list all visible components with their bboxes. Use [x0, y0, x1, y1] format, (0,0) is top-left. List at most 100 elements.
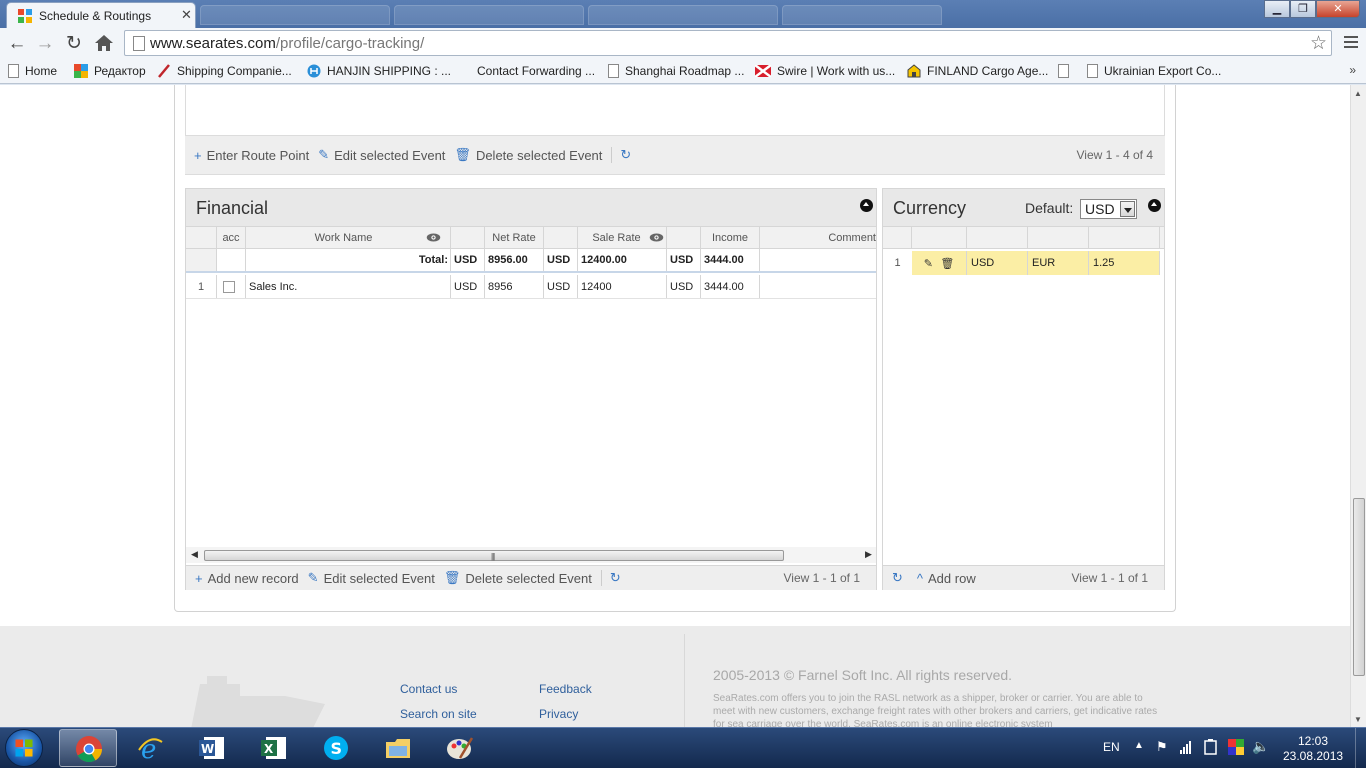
taskbar-explorer[interactable]: [369, 729, 427, 767]
chevron-down-icon[interactable]: [1120, 201, 1135, 217]
taskbar-chrome[interactable]: [59, 729, 117, 767]
show-desktop-button[interactable]: [1355, 728, 1366, 768]
total-label: Total:: [246, 249, 451, 271]
background-tab[interactable]: [782, 5, 942, 25]
bookmark-home[interactable]: Home: [8, 62, 57, 80]
back-arrow-icon[interactable]: ←: [5, 32, 29, 56]
enter-route-point-button[interactable]: + Enter Route Point: [194, 148, 309, 163]
scrollbar-thumb[interactable]: [1353, 498, 1365, 676]
col-acc[interactable]: acc: [217, 227, 246, 248]
browser-menu-icon[interactable]: [1344, 36, 1358, 51]
volume-icon[interactable]: 🔈: [1252, 738, 1269, 755]
folder-icon: [386, 739, 410, 758]
delete-event-button[interactable]: 🗑 Delete selected Event: [454, 147, 602, 163]
refresh-icon[interactable]: ↻: [620, 147, 631, 163]
income-cell[interactable]: 3444.00: [701, 275, 760, 298]
refresh-icon[interactable]: ↻: [892, 570, 903, 586]
show-hidden-icons-icon[interactable]: ▲: [1134, 740, 1144, 751]
pencil-icon[interactable]: ✎: [924, 257, 933, 270]
col-work-name[interactable]: Work Name: [246, 227, 451, 248]
bookmark-shanghai-roadmap[interactable]: Shanghai Roadmap ...: [608, 62, 744, 80]
privacy-link[interactable]: Privacy: [539, 707, 578, 721]
maximize-button[interactable]: ❐: [1290, 0, 1316, 18]
collapse-icon[interactable]: [1148, 199, 1161, 212]
battery-icon[interactable]: [1204, 739, 1217, 755]
col-income-currency: [667, 227, 701, 248]
window-close-button[interactable]: ✕: [1316, 0, 1360, 18]
bookmark-ukrainian-export[interactable]: Ukrainian Export Co...: [1087, 62, 1221, 80]
minimize-button[interactable]: ▁: [1264, 0, 1290, 18]
rate-cell[interactable]: 1.25: [1089, 251, 1160, 275]
clock-time: 12:03: [1297, 734, 1329, 748]
taskbar-paint[interactable]: [431, 729, 489, 767]
col-comment[interactable]: Comment: [760, 227, 876, 248]
currency-row[interactable]: 1 ✎ 🗑 USD EUR 1.25: [883, 251, 1164, 275]
acc-checkbox[interactable]: [223, 280, 235, 293]
col-income[interactable]: Income: [701, 227, 760, 248]
language-indicator[interactable]: EN: [1103, 740, 1120, 754]
background-tab[interactable]: [200, 5, 390, 25]
sale-currency-cell[interactable]: USD: [544, 275, 578, 298]
col-sale-rate[interactable]: Sale Rate: [578, 227, 667, 248]
reload-icon[interactable]: ↻: [62, 32, 86, 56]
eye-icon[interactable]: [649, 233, 664, 242]
net-currency-cell[interactable]: USD: [451, 275, 485, 298]
edit-event-button[interactable]: ✎ Edit selected Event: [308, 570, 435, 586]
sale-rate-cell[interactable]: 12400: [578, 275, 667, 298]
work-name-cell[interactable]: Sales Inc.: [246, 275, 451, 298]
taskbar-internet-explorer[interactable]: e: [121, 729, 179, 767]
comment-cell[interactable]: [760, 275, 876, 298]
table-row[interactable]: 1 Sales Inc. USD 8956 USD 12400 USD 3444…: [186, 275, 876, 299]
bookmark-swire[interactable]: Swire | Work with us...: [755, 62, 895, 80]
bookmark-editor[interactable]: Редактор: [74, 62, 146, 80]
col-net-rate[interactable]: Net Rate: [485, 227, 544, 248]
to-currency-cell[interactable]: EUR: [1028, 251, 1089, 275]
tab-schedule-routings[interactable]: Schedule & Routings ✕: [6, 2, 196, 28]
income-currency-cell[interactable]: USD: [667, 275, 701, 298]
network-signal-icon[interactable]: [1180, 740, 1194, 754]
tab-close-icon[interactable]: ✕: [181, 7, 192, 23]
scroll-left-icon[interactable]: ◀: [191, 549, 198, 560]
taskbar-excel[interactable]: X: [245, 729, 303, 767]
home-icon[interactable]: [94, 34, 114, 52]
background-tab[interactable]: [588, 5, 778, 25]
system-clock[interactable]: 12:03 23.08.2013: [1283, 734, 1343, 764]
page-vertical-scrollbar[interactable]: ▲ ▼: [1350, 85, 1366, 727]
bookmark-finland-cargo[interactable]: FINLAND Cargo Age...: [907, 62, 1048, 80]
eye-icon[interactable]: [426, 233, 441, 242]
background-tab[interactable]: [394, 5, 584, 25]
bookmarks-overflow-icon[interactable]: »: [1349, 63, 1356, 77]
tray-app-icon[interactable]: [1228, 739, 1244, 755]
bookmark-star-icon[interactable]: ☆: [1310, 32, 1327, 55]
delete-event-button[interactable]: 🗑 Delete selected Event: [444, 570, 592, 586]
contact-us-link[interactable]: Contact us: [400, 682, 457, 696]
refresh-icon[interactable]: ↻: [610, 570, 621, 586]
default-currency-select[interactable]: USD: [1080, 199, 1137, 219]
bookmark-blank-page[interactable]: [1058, 62, 1075, 80]
collapse-icon[interactable]: [860, 199, 873, 212]
horizontal-scrollbar[interactable]: ◀ ||| ▶: [186, 547, 876, 563]
forward-arrow-icon[interactable]: →: [33, 32, 57, 56]
bookmark-contact-forwarding[interactable]: Contact Forwarding ...: [477, 62, 595, 80]
net-rate-cell[interactable]: 8956: [485, 275, 544, 298]
start-button[interactable]: [5, 729, 43, 767]
page-icon: [608, 64, 619, 78]
taskbar-skype[interactable]: S: [307, 729, 365, 767]
bookmark-hanjin[interactable]: HANJIN SHIPPING : ...: [307, 62, 451, 80]
search-on-site-link[interactable]: Search on site: [400, 707, 477, 721]
feedback-link[interactable]: Feedback: [539, 682, 592, 696]
scrollbar-thumb[interactable]: |||: [204, 550, 784, 561]
from-currency-cell[interactable]: USD: [967, 251, 1028, 275]
address-bar[interactable]: www.searates.com/profile/cargo-tracking/…: [124, 30, 1332, 56]
bookmark-shipping-companies[interactable]: Shipping Companie...: [157, 62, 292, 80]
edit-event-button[interactable]: ✎ Edit selected Event: [318, 147, 445, 163]
scroll-up-icon[interactable]: ▲: [1354, 89, 1362, 98]
action-center-flag-icon[interactable]: ⚑: [1156, 739, 1168, 755]
add-row-button[interactable]: ^ Add row: [917, 571, 976, 586]
add-record-button[interactable]: + Add new record: [195, 571, 299, 586]
taskbar-word[interactable]: W: [183, 729, 241, 767]
url-path: /profile/cargo-tracking/: [275, 35, 425, 52]
scroll-right-icon[interactable]: ▶: [865, 549, 872, 560]
trash-icon[interactable]: 🗑: [940, 257, 954, 270]
scroll-down-icon[interactable]: ▼: [1354, 715, 1362, 724]
